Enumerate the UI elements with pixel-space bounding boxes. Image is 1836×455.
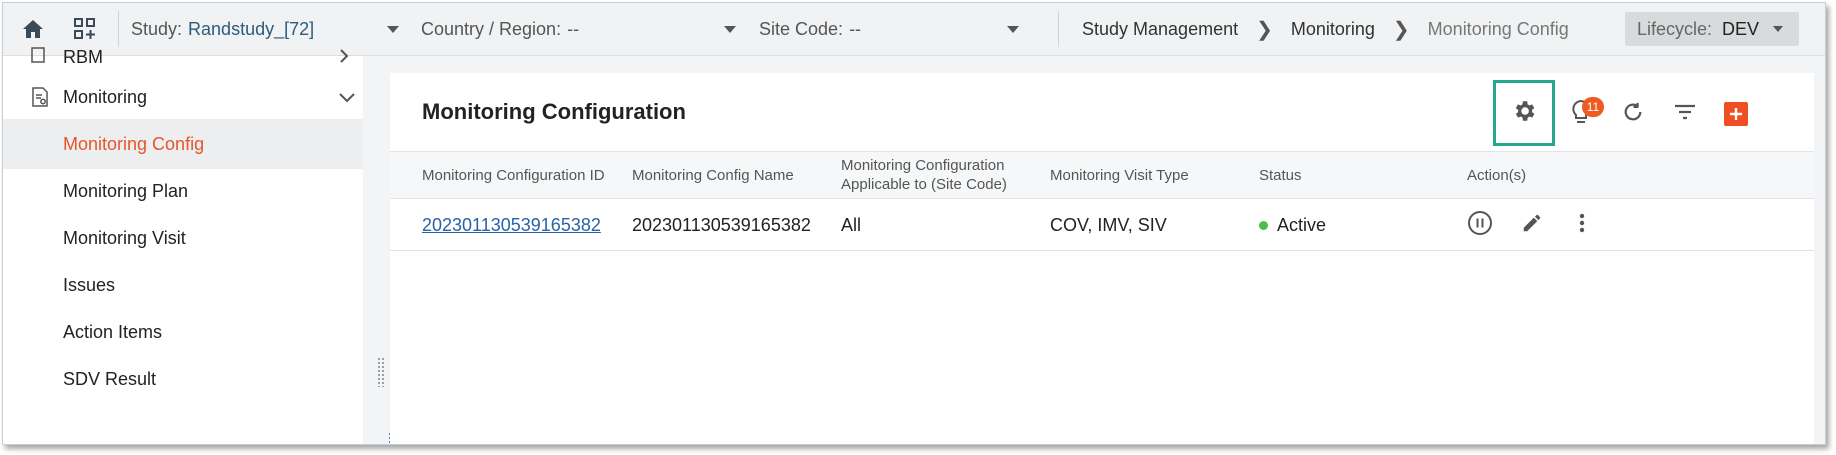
add-button[interactable] bbox=[1713, 91, 1759, 137]
config-name-cell: 202301130539165382 bbox=[632, 214, 811, 235]
refresh-button[interactable] bbox=[1610, 91, 1656, 137]
site-code-select[interactable]: Site Code: -- bbox=[759, 3, 861, 55]
site-code-label: Site Code: bbox=[759, 18, 844, 39]
table-header: Monitoring Configuration ID Monitoring C… bbox=[390, 151, 1814, 199]
filter-button[interactable] bbox=[1662, 91, 1708, 137]
sidebar-item-monitoring[interactable]: Monitoring bbox=[3, 72, 363, 122]
plus-icon bbox=[1724, 102, 1748, 126]
breadcrumb-monitoring[interactable]: Monitoring bbox=[1291, 19, 1375, 40]
column-header-applicable[interactable]: Monitoring Configuration Applicable to (… bbox=[841, 152, 1031, 198]
column-header-id[interactable]: Monitoring Configuration ID bbox=[422, 152, 605, 198]
notifications-button[interactable]: 11 bbox=[1558, 91, 1604, 137]
visit-type-cell: COV, IMV, SIV bbox=[1050, 214, 1167, 235]
settings-button[interactable] bbox=[1493, 80, 1555, 146]
main-panel: Monitoring Configuration 11 Monitoring C… bbox=[390, 73, 1814, 444]
app-window: Study: Randstudy_[72] Country / Region: … bbox=[2, 2, 1826, 445]
notification-count-badge: 11 bbox=[1582, 97, 1604, 117]
refresh-icon bbox=[1622, 101, 1644, 128]
chevron-down-icon[interactable] bbox=[387, 26, 399, 33]
sidebar-item-label: Issues bbox=[63, 274, 116, 295]
chevron-down-icon[interactable] bbox=[1007, 26, 1019, 33]
chevron-down-icon bbox=[1773, 26, 1784, 32]
country-label: Country / Region: bbox=[421, 18, 562, 39]
more-options-button[interactable] bbox=[1564, 207, 1600, 243]
sidebar-item-label: SDV Result bbox=[63, 368, 157, 389]
chevron-right-icon: ❯ bbox=[1256, 18, 1273, 41]
sidebar: RBM Monitoring Monitoring Config Monitor… bbox=[3, 47, 363, 444]
applicable-cell: All bbox=[841, 214, 862, 235]
breadcrumb-study-management[interactable]: Study Management bbox=[1082, 19, 1238, 40]
status-dot-icon bbox=[1259, 220, 1268, 230]
pause-circle-icon bbox=[1467, 210, 1493, 241]
page-title: Monitoring Configuration bbox=[422, 99, 686, 124]
country-value: -- bbox=[567, 18, 580, 39]
sidebar-item-monitoring-visit[interactable]: Monitoring Visit bbox=[3, 213, 363, 263]
sidebar-item-label: RBM bbox=[63, 46, 103, 67]
column-header-actions: Action(s) bbox=[1467, 166, 1527, 184]
column-header-status[interactable]: Status bbox=[1259, 152, 1302, 198]
chevron-right-icon: ❯ bbox=[1392, 18, 1410, 41]
breadcrumb-current: Monitoring Config bbox=[1427, 18, 1569, 39]
column-header-visit-type[interactable]: Monitoring Visit Type bbox=[1050, 152, 1189, 198]
pencil-icon bbox=[1521, 212, 1543, 239]
sidebar-item-monitoring-config[interactable]: Monitoring Config bbox=[3, 119, 363, 169]
sidebar-item-issues[interactable]: Issues bbox=[3, 260, 363, 310]
breadcrumb: Study Management ❯ Monitoring ❯ Monitori… bbox=[1082, 3, 1569, 55]
table-row: 202301130539165382 202301130539165382 Al… bbox=[390, 199, 1814, 251]
divider bbox=[1058, 11, 1059, 47]
lifecycle-label: Lifecycle: bbox=[1637, 18, 1713, 39]
sidebar-item-sdv-result[interactable]: SDV Result bbox=[3, 354, 363, 404]
config-id-text[interactable]: 202301130539165382 bbox=[422, 215, 601, 236]
chevron-right-icon bbox=[339, 47, 349, 68]
more-vertical-icon bbox=[1579, 213, 1585, 238]
column-header-name[interactable]: Monitoring Config Name bbox=[632, 152, 794, 198]
status-text: Active bbox=[1277, 214, 1327, 235]
report-icon bbox=[31, 47, 45, 68]
site-code-value: -- bbox=[849, 18, 862, 39]
sidebar-item-monitoring-plan[interactable]: Monitoring Plan bbox=[3, 166, 363, 216]
edit-button[interactable] bbox=[1514, 207, 1550, 243]
country-select[interactable]: Country / Region: -- bbox=[421, 3, 579, 55]
sidebar-resize-handle[interactable] bbox=[377, 357, 385, 387]
lifecycle-value: DEV bbox=[1722, 18, 1760, 39]
status-cell: Active bbox=[1259, 199, 1326, 251]
lifecycle-select[interactable]: Lifecycle: DEV bbox=[1625, 12, 1799, 46]
filter-icon bbox=[1674, 104, 1696, 125]
sidebar-item-label: Monitoring Config bbox=[63, 133, 205, 154]
pause-button[interactable] bbox=[1462, 207, 1498, 243]
gear-icon bbox=[1511, 98, 1537, 129]
chevron-down-icon bbox=[339, 87, 355, 108]
config-id-link[interactable]: 202301130539165382 bbox=[422, 199, 601, 251]
chevron-down-icon[interactable] bbox=[724, 26, 736, 33]
sidebar-item-label: Monitoring Visit bbox=[63, 227, 186, 248]
document-settings-icon bbox=[31, 87, 49, 112]
sidebar-item-label: Monitoring bbox=[63, 86, 148, 107]
sidebar-item-label: Monitoring Plan bbox=[63, 180, 189, 201]
sidebar-item-action-items[interactable]: Action Items bbox=[3, 307, 363, 357]
sidebar-item-label: Action Items bbox=[63, 321, 163, 342]
